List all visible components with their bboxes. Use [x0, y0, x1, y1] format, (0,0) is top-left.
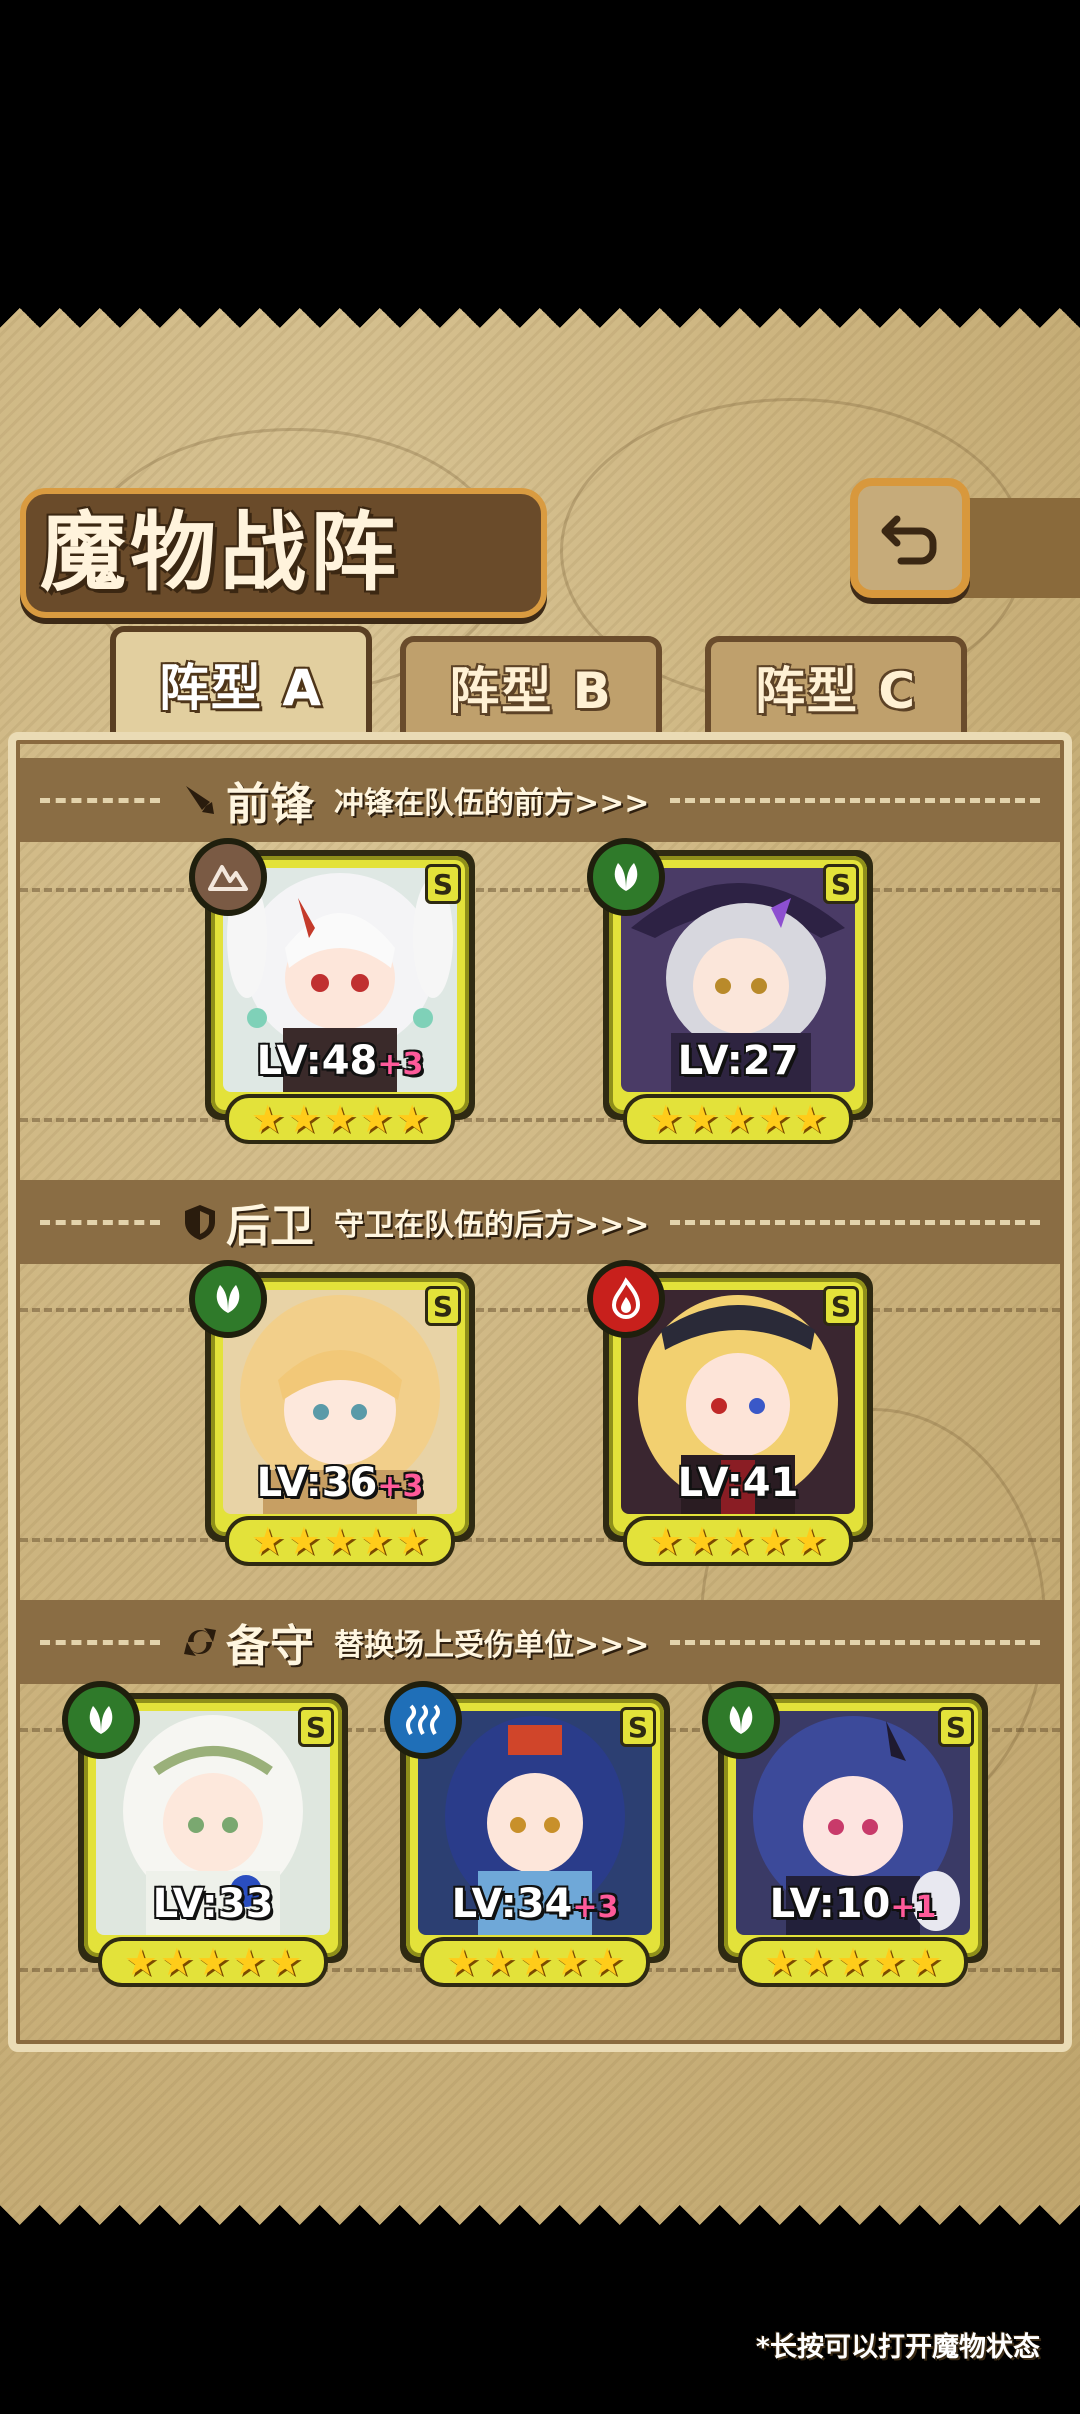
tab-formation-c[interactable]: 阵型 C	[705, 636, 967, 732]
unit-level: LV:48+3	[256, 1038, 424, 1084]
rank-badge: S	[425, 864, 461, 904]
water-element-icon	[384, 1681, 462, 1759]
shield-icon	[185, 1205, 215, 1240]
section-name: 后卫	[226, 1201, 314, 1252]
back-arrow-icon	[881, 515, 937, 565]
swap-icon	[184, 1628, 216, 1656]
tab-label: 阵型	[754, 662, 859, 720]
unit-card[interactable]: LV:33 S ★ ★ ★ ★ ★	[62, 1681, 348, 1987]
unit-card[interactable]: LV:36+3 S ★ ★ ★ ★ ★	[189, 1260, 475, 1566]
tab-suffix: C	[878, 662, 918, 720]
rank-badge: S	[823, 864, 859, 904]
unit-level: LV:27	[677, 1038, 799, 1084]
unit-level: LV:34+3	[451, 1881, 619, 1927]
unit-level: LV:41	[677, 1460, 799, 1506]
section-banner-reserve: 备守 替换场上受伤单位>>>	[20, 1600, 1060, 1684]
unit-card[interactable]: LV:48+3 S ★ ★ ★ ★ ★	[189, 838, 475, 1144]
row-guide	[20, 1538, 1060, 1542]
tab-suffix: A	[282, 659, 324, 717]
panel-top-edge	[0, 308, 1080, 348]
row-guide	[20, 888, 1060, 892]
row-guide	[20, 1118, 1060, 1122]
unit-level: LV:36+3	[256, 1460, 424, 1506]
section-name: 前锋	[226, 779, 314, 830]
unit-card[interactable]: LV:41 S ★ ★ ★ ★ ★	[587, 1260, 873, 1566]
unit-level: LV:10+1	[769, 1881, 937, 1927]
leaf-element-icon	[587, 838, 665, 916]
long-press-hint: *长按可以打开魔物状态	[755, 2332, 1040, 2363]
section-description: 替换场上受伤单位>>>	[334, 1628, 650, 1663]
section-banner-front: 前锋 冲锋在队伍的前方>>>	[20, 758, 1060, 842]
tab-formation-b[interactable]: 阵型 B	[400, 636, 662, 732]
rank-badge: S	[620, 1707, 656, 1747]
rank-badge: S	[823, 1286, 859, 1326]
tab-formation-a[interactable]: 阵型 A	[110, 626, 372, 736]
sword-icon	[186, 786, 214, 814]
tab-label: 阵型	[158, 659, 263, 717]
rank-badge: S	[298, 1707, 334, 1747]
star-rating: ★ ★ ★ ★ ★	[623, 1094, 853, 1144]
star-rating: ★ ★ ★ ★ ★	[623, 1516, 853, 1566]
row-guide	[20, 1308, 1060, 1312]
star-rating: ★ ★ ★ ★ ★	[738, 1937, 968, 1987]
section-description: 冲锋在队伍的前方>>>	[334, 786, 650, 821]
star-rating: ★ ★ ★ ★ ★	[225, 1516, 455, 1566]
page-title: 魔物战阵	[40, 502, 400, 603]
level-bonus: +1	[890, 1890, 937, 1925]
star-rating: ★ ★ ★ ★ ★	[98, 1937, 328, 1987]
leaf-element-icon	[702, 1681, 780, 1759]
leaf-element-icon	[62, 1681, 140, 1759]
earth-element-icon	[189, 838, 267, 916]
level-bonus: +3	[572, 1890, 619, 1925]
unit-card[interactable]: LV:34+3 S ★ ★ ★ ★ ★	[384, 1681, 670, 1987]
level-bonus: +3	[377, 1469, 424, 1504]
section-name: 备守	[226, 1621, 314, 1672]
back-button[interactable]	[850, 478, 970, 598]
panel-bottom-edge	[0, 2185, 1080, 2225]
tab-suffix: B	[572, 662, 613, 720]
unit-card[interactable]: LV:10+1 S ★ ★ ★ ★ ★	[702, 1681, 988, 1987]
fire-element-icon	[587, 1260, 665, 1338]
level-bonus: +3	[377, 1047, 424, 1082]
unit-level: LV:33	[152, 1881, 274, 1927]
rank-badge: S	[425, 1286, 461, 1326]
section-banner-rear: 后卫 守卫在队伍的后方>>>	[20, 1180, 1060, 1264]
tab-label: 阵型	[449, 662, 554, 720]
star-rating: ★ ★ ★ ★ ★	[420, 1937, 650, 1987]
star-rating: ★ ★ ★ ★ ★	[225, 1094, 455, 1144]
leaf-element-icon	[189, 1260, 267, 1338]
unit-card[interactable]: LV:27 S ★ ★ ★ ★ ★	[587, 838, 873, 1144]
rank-badge: S	[938, 1707, 974, 1747]
section-description: 守卫在队伍的后方>>>	[334, 1208, 650, 1243]
